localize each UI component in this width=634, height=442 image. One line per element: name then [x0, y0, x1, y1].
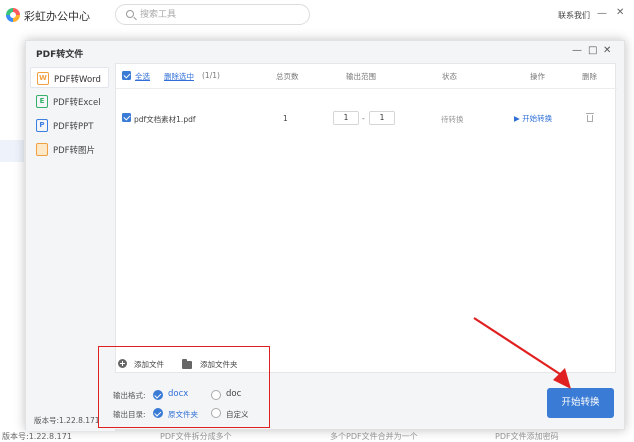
range-end-input[interactable]: 1	[369, 111, 395, 125]
sidebar-item-pdf-to-word[interactable]: W PDF转Word	[30, 67, 109, 88]
header-output-range: 输出范围	[346, 72, 376, 81]
sidebar-item-pdf-to-ppt[interactable]: P PDF转PPT	[30, 115, 109, 136]
header-total-pages: 总页数	[276, 72, 299, 81]
word-icon: W	[37, 72, 49, 85]
dialog-maximize-icon[interactable]: □	[588, 45, 597, 56]
sidebar-item-label: PDF转图片	[53, 146, 96, 156]
contact-us-link[interactable]: 联系我们	[558, 10, 590, 21]
search-icon	[126, 10, 134, 18]
header-status: 状态	[442, 72, 457, 81]
start-convert-link[interactable]: ▶ 开始转换	[514, 113, 552, 124]
background-feature-label[interactable]: PDF文件拆分成多个	[160, 431, 232, 442]
sidebar-item-pdf-to-excel[interactable]: E PDF转Excel	[30, 91, 109, 112]
range-separator: -	[362, 114, 365, 123]
ppt-icon: P	[36, 119, 48, 132]
range-start-input[interactable]: 1	[333, 111, 359, 125]
app-minimize-icon[interactable]: —	[597, 8, 607, 19]
background-sidebar-highlight	[0, 140, 24, 162]
search-input[interactable]	[140, 8, 300, 22]
sidebar-item-label: PDF转PPT	[53, 122, 94, 132]
dialog-minimize-icon[interactable]: —	[572, 45, 582, 56]
page-count: 1	[283, 114, 288, 123]
file-list-panel: 全选 删除选中 (1/1) 总页数 输出范围 状态 操作 删除 pdf文档素材1…	[115, 63, 617, 373]
dialog-title: PDF转文件	[36, 50, 84, 60]
annotation-highlight-box	[98, 346, 270, 428]
trash-icon[interactable]	[586, 112, 594, 123]
image-icon	[36, 143, 48, 156]
row-checkbox[interactable]	[122, 113, 131, 122]
header-action: 操作	[530, 72, 545, 81]
file-name: pdf文档素材1.pdf	[134, 115, 196, 124]
header-divider	[116, 88, 617, 89]
selection-count: (1/1)	[202, 71, 220, 80]
start-convert-button[interactable]: 开始转换	[547, 388, 614, 418]
app-close-icon[interactable]: ✕	[616, 7, 624, 18]
select-all-link[interactable]: 全选	[135, 71, 150, 82]
app-topbar: 彩虹办公中心 联系我们 — ✕	[0, 0, 634, 30]
sidebar-item-label: PDF转Excel	[53, 98, 101, 108]
status-text: 待转换	[441, 115, 464, 124]
app-title: 彩虹办公中心	[24, 10, 90, 23]
background-feature-label[interactable]: 多个PDF文件合并为一个	[330, 431, 418, 442]
excel-icon: E	[36, 95, 48, 108]
select-all-checkbox[interactable]	[122, 71, 131, 80]
search-box[interactable]	[115, 4, 310, 25]
header-delete: 删除	[582, 72, 597, 81]
background-version: 版本号:1.22.8.171	[2, 432, 72, 441]
delete-selected-link[interactable]: 删除选中	[164, 71, 194, 82]
dialog-version: 版本号:1.22.8.171	[34, 416, 100, 425]
rainbow-logo-icon	[6, 8, 20, 22]
sidebar-item-label: PDF转Word	[54, 75, 101, 85]
dialog-close-icon[interactable]: ✕	[603, 45, 611, 56]
background-feature-label[interactable]: PDF文件添加密码	[495, 431, 559, 442]
sidebar-item-pdf-to-image[interactable]: PDF转图片	[30, 139, 109, 160]
